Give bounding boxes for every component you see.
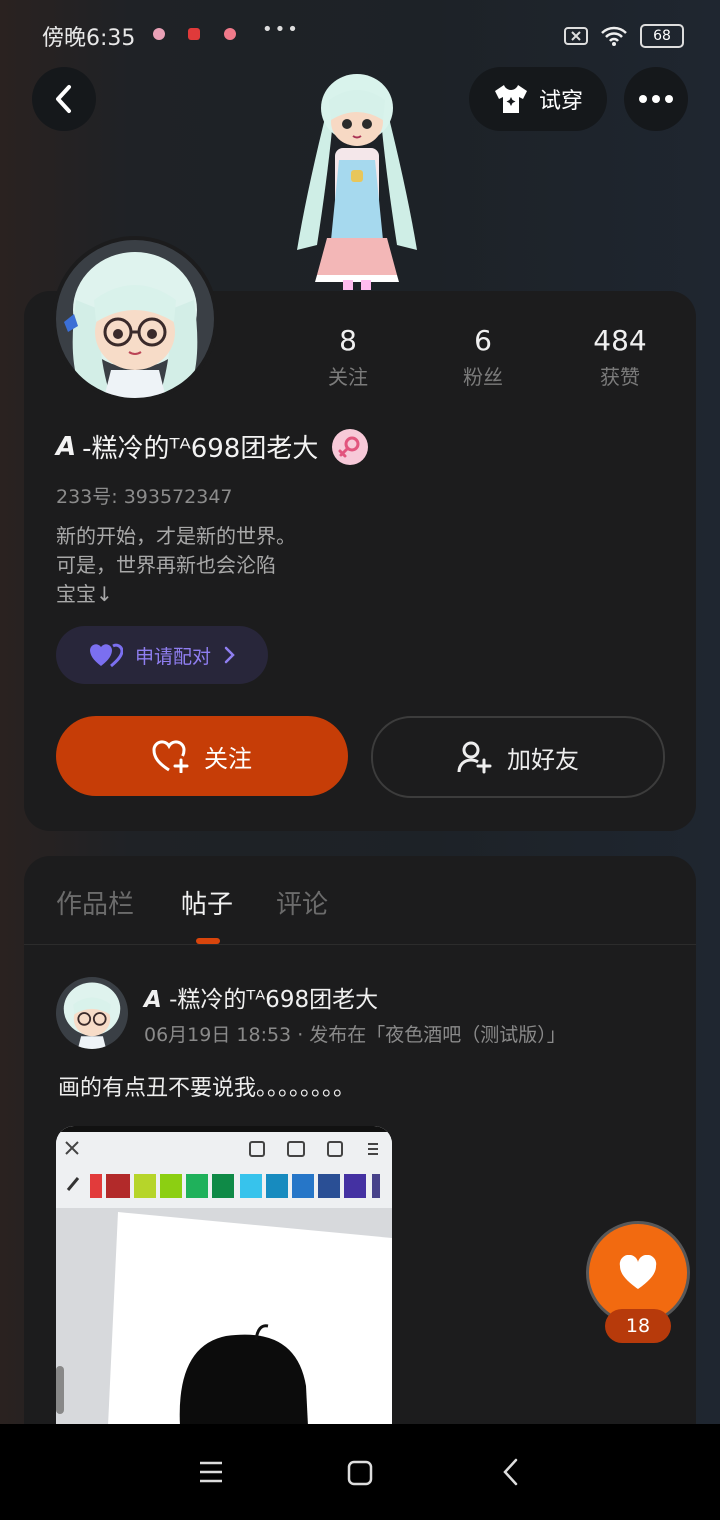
status-time: 傍晚6:35 xyxy=(42,26,136,51)
more-notifications-icon: ••• xyxy=(262,19,300,40)
try-on-label: 试穿 xyxy=(538,89,583,114)
notification-icon xyxy=(224,28,236,40)
system-navigation-bar xyxy=(0,1424,720,1520)
post-author-avatar[interactable] xyxy=(56,977,128,1049)
name-prefix: A xyxy=(56,431,77,462)
more-button[interactable] xyxy=(624,67,688,131)
menu-icon[interactable] xyxy=(198,1460,224,1484)
stat-label: 关注 xyxy=(328,365,368,389)
back-nav-icon[interactable] xyxy=(502,1458,520,1486)
profile-avatar[interactable] xyxy=(56,240,214,398)
tab-works[interactable]: 作品栏 xyxy=(56,884,134,921)
stat-followers[interactable]: 6 粉丝 xyxy=(423,324,543,390)
try-on-button[interactable]: 试穿 xyxy=(469,67,607,131)
follow-button[interactable]: 关注 xyxy=(56,716,348,796)
post-text[interactable]: 画的有点丑不要说我。。。。。。。。 xyxy=(58,1070,355,1102)
stat-label: 粉丝 xyxy=(463,365,503,389)
author-name: -糕冷的ᵀᴬ698团老大 xyxy=(169,987,379,1013)
stat-likes[interactable]: 484 获赞 xyxy=(560,324,680,390)
tab-comments[interactable]: 评论 xyxy=(276,884,328,921)
tab-posts[interactable]: 帖子 xyxy=(181,884,233,921)
wifi-icon xyxy=(601,26,627,46)
back-button[interactable] xyxy=(32,67,96,131)
post-meta[interactable]: 06月19日 18:53 · 发布在「夜色酒吧（测试版）」 xyxy=(144,1020,566,1047)
like-count-badge: 18 xyxy=(605,1309,671,1343)
sim-icon xyxy=(564,27,588,45)
profile-name: A -糕冷的ᵀᴬ698团老大 xyxy=(56,428,369,465)
author-prefix: A xyxy=(144,987,162,1013)
post-author-name[interactable]: A -糕冷的ᵀᴬ698团老大 xyxy=(144,980,378,1014)
notification-icon xyxy=(188,28,200,40)
stat-following[interactable]: 8 关注 xyxy=(288,324,408,390)
name-text: -糕冷的ᵀᴬ698团老大 xyxy=(82,434,319,464)
chevron-left-icon xyxy=(56,85,71,113)
add-friend-label: 加好友 xyxy=(507,745,579,774)
heart-icon xyxy=(619,1255,657,1289)
tshirt-icon xyxy=(494,85,527,113)
user-id: 233号: 393572347 xyxy=(56,486,233,508)
heart-plus-icon xyxy=(152,740,189,773)
like-button[interactable] xyxy=(589,1224,687,1322)
avatar-character-figure[interactable] xyxy=(287,70,427,292)
post-image[interactable] xyxy=(56,1126,392,1426)
bio: 新的开始，才是新的世界。 可是，世界再新也会沦陷 宝宝↓ xyxy=(56,522,296,609)
add-friend-button[interactable]: 加好友 xyxy=(371,716,665,798)
stat-value: 8 xyxy=(339,324,357,357)
tabs-divider xyxy=(24,944,696,945)
battery-indicator: 68 xyxy=(640,24,684,48)
add-user-icon xyxy=(457,741,492,774)
pair-label: 申请配对 xyxy=(134,645,211,668)
more-dots-icon xyxy=(639,95,673,103)
status-right: 68 xyxy=(564,24,684,48)
home-icon[interactable] xyxy=(347,1460,373,1486)
bio-line: 新的开始，才是新的世界。 xyxy=(56,524,296,548)
status-bar: 傍晚6:35 ••• 68 xyxy=(0,0,720,70)
bio-line: 可是，世界再新也会沦陷 xyxy=(56,553,276,577)
chevron-right-icon xyxy=(224,646,235,664)
notification-icon xyxy=(153,28,165,40)
pair-request-button[interactable]: 申请配对 xyxy=(56,626,268,684)
female-gender-icon xyxy=(332,428,369,465)
stat-value: 484 xyxy=(593,324,647,357)
bio-line: 宝宝↓ xyxy=(56,582,113,606)
stat-label: 获赞 xyxy=(600,365,640,389)
stat-value: 6 xyxy=(474,324,492,357)
double-heart-icon xyxy=(89,643,123,668)
follow-label: 关注 xyxy=(204,744,252,773)
